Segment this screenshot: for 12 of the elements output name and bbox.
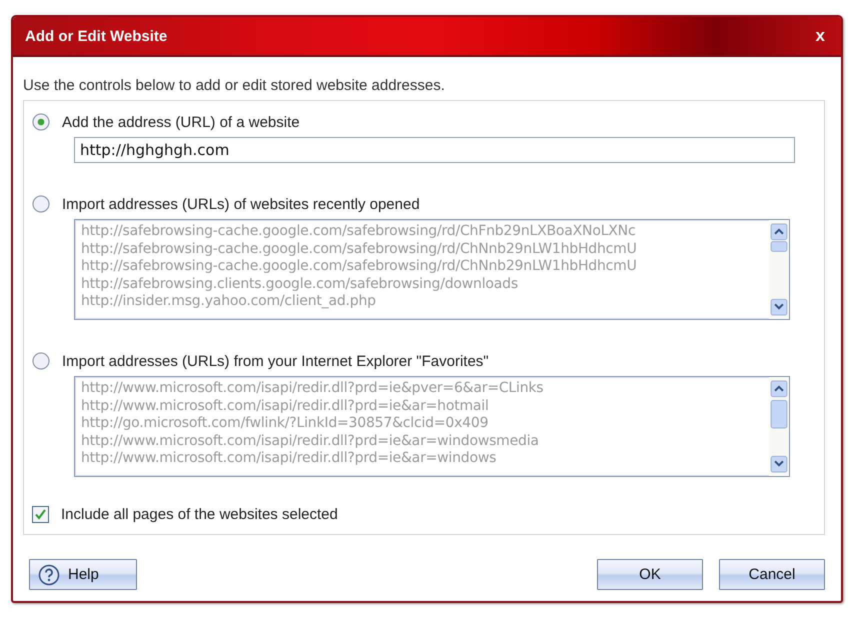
close-button[interactable]: x <box>814 26 827 46</box>
url-input-field[interactable]: http://hghghgh.com <box>74 137 795 163</box>
help-icon <box>38 564 60 586</box>
checkbox-label[interactable]: Include all pages of the websites selected <box>61 506 338 522</box>
window-title: Add or Edit Website <box>25 28 168 44</box>
radio-button[interactable] <box>32 113 50 131</box>
option-label[interactable]: Add the address (URL) of a website <box>62 114 300 130</box>
instruction-text: Use the controls below to add or edit stored website addresses. <box>23 77 446 94</box>
help-button[interactable]: Help <box>29 559 137 590</box>
checkbox[interactable] <box>32 506 49 522</box>
ok-button[interactable]: OK <box>597 559 703 590</box>
cancel-button[interactable]: Cancel <box>719 559 825 590</box>
